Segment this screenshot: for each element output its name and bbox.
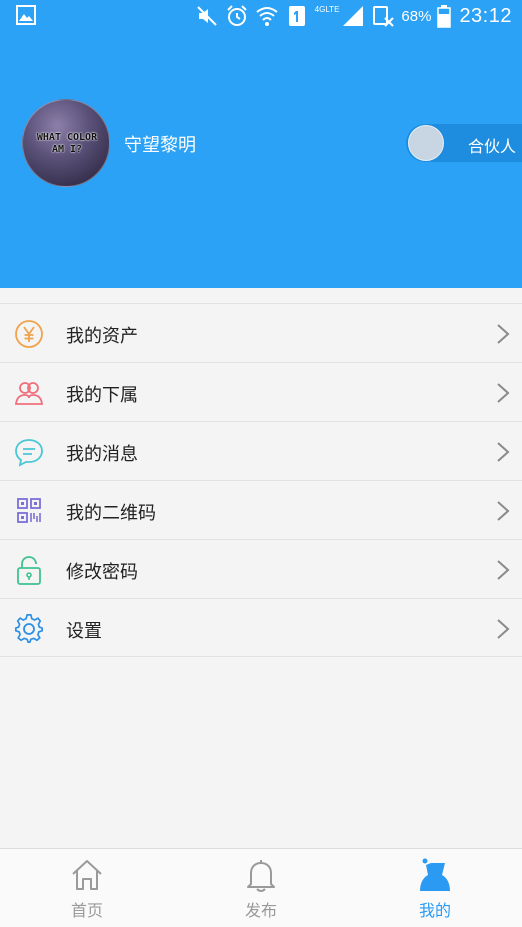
menu-item-subordinates[interactable]: 我的下属 xyxy=(0,362,522,421)
menu-item-qr-code[interactable]: 我的二维码 xyxy=(0,480,522,539)
username: 守望黎明 xyxy=(124,135,196,156)
users-icon xyxy=(14,382,44,405)
tab-label: 我的 xyxy=(418,901,451,920)
chevron-right-icon xyxy=(497,383,510,403)
menu-item-label: 设置 xyxy=(66,621,102,642)
clock: 23:12 xyxy=(459,4,512,27)
bell-icon xyxy=(247,860,275,892)
profile-menu: 我的资产 我的下属 我的消息 我的二维码 修改密码 设置 xyxy=(0,303,522,657)
menu-item-change-password[interactable]: 修改密码 xyxy=(0,539,522,598)
bottom-tab-bar: 首页 发布 我的 xyxy=(0,848,522,927)
qr-code-icon xyxy=(17,498,41,523)
chevron-right-icon xyxy=(497,560,510,580)
menu-item-label: 修改密码 xyxy=(66,562,138,583)
toggle-knob xyxy=(408,125,444,161)
person-icon xyxy=(420,858,450,891)
wifi-icon xyxy=(256,7,278,26)
menu-item-label: 我的二维码 xyxy=(66,503,156,524)
avatar-artwork-text: WHAT COLOR AM I? xyxy=(36,132,98,155)
tab-publish[interactable]: 发布 xyxy=(174,849,348,927)
network-type-label: 4GLTE xyxy=(314,4,340,14)
sim-1-icon xyxy=(288,6,305,26)
menu-item-assets[interactable]: 我的资产 xyxy=(0,303,522,362)
partner-label: 合伙人 xyxy=(468,137,517,156)
menu-item-label: 我的消息 xyxy=(66,444,138,465)
battery-icon xyxy=(437,5,452,28)
menu-item-label: 我的下属 xyxy=(66,385,138,406)
chevron-right-icon xyxy=(497,324,510,344)
yen-coin-icon xyxy=(15,320,43,348)
tab-home[interactable]: 首页 xyxy=(0,849,174,927)
profile-header: 4GLTE 68% 23:12 WHAT COLOR AM I? 守望黎明 合伙 xyxy=(0,0,522,288)
alarm-icon xyxy=(226,5,247,26)
lock-icon xyxy=(17,556,41,585)
menu-item-settings[interactable]: 设置 xyxy=(0,598,522,657)
tab-label: 首页 xyxy=(70,901,103,920)
status-bar: 4GLTE 68% 23:12 xyxy=(0,0,522,32)
chevron-right-icon xyxy=(497,501,510,521)
home-icon xyxy=(72,860,102,890)
sim-card-x-icon xyxy=(373,6,395,27)
partner-toggle[interactable]: 合伙人 xyxy=(406,124,522,162)
message-bubble-icon xyxy=(15,439,43,467)
chevron-right-icon xyxy=(497,619,510,639)
tab-mine[interactable]: 我的 xyxy=(348,849,522,927)
chevron-right-icon xyxy=(497,442,510,462)
gallery-notification-icon xyxy=(16,5,36,25)
gear-icon xyxy=(14,614,43,643)
battery-percent: 68% xyxy=(401,7,432,25)
tab-label: 发布 xyxy=(244,901,277,920)
menu-item-messages[interactable]: 我的消息 xyxy=(0,421,522,480)
menu-item-label: 我的资产 xyxy=(66,326,138,347)
signal-icon xyxy=(343,6,364,26)
avatar[interactable]: WHAT COLOR AM I? xyxy=(22,99,110,187)
mute-icon xyxy=(196,6,217,26)
